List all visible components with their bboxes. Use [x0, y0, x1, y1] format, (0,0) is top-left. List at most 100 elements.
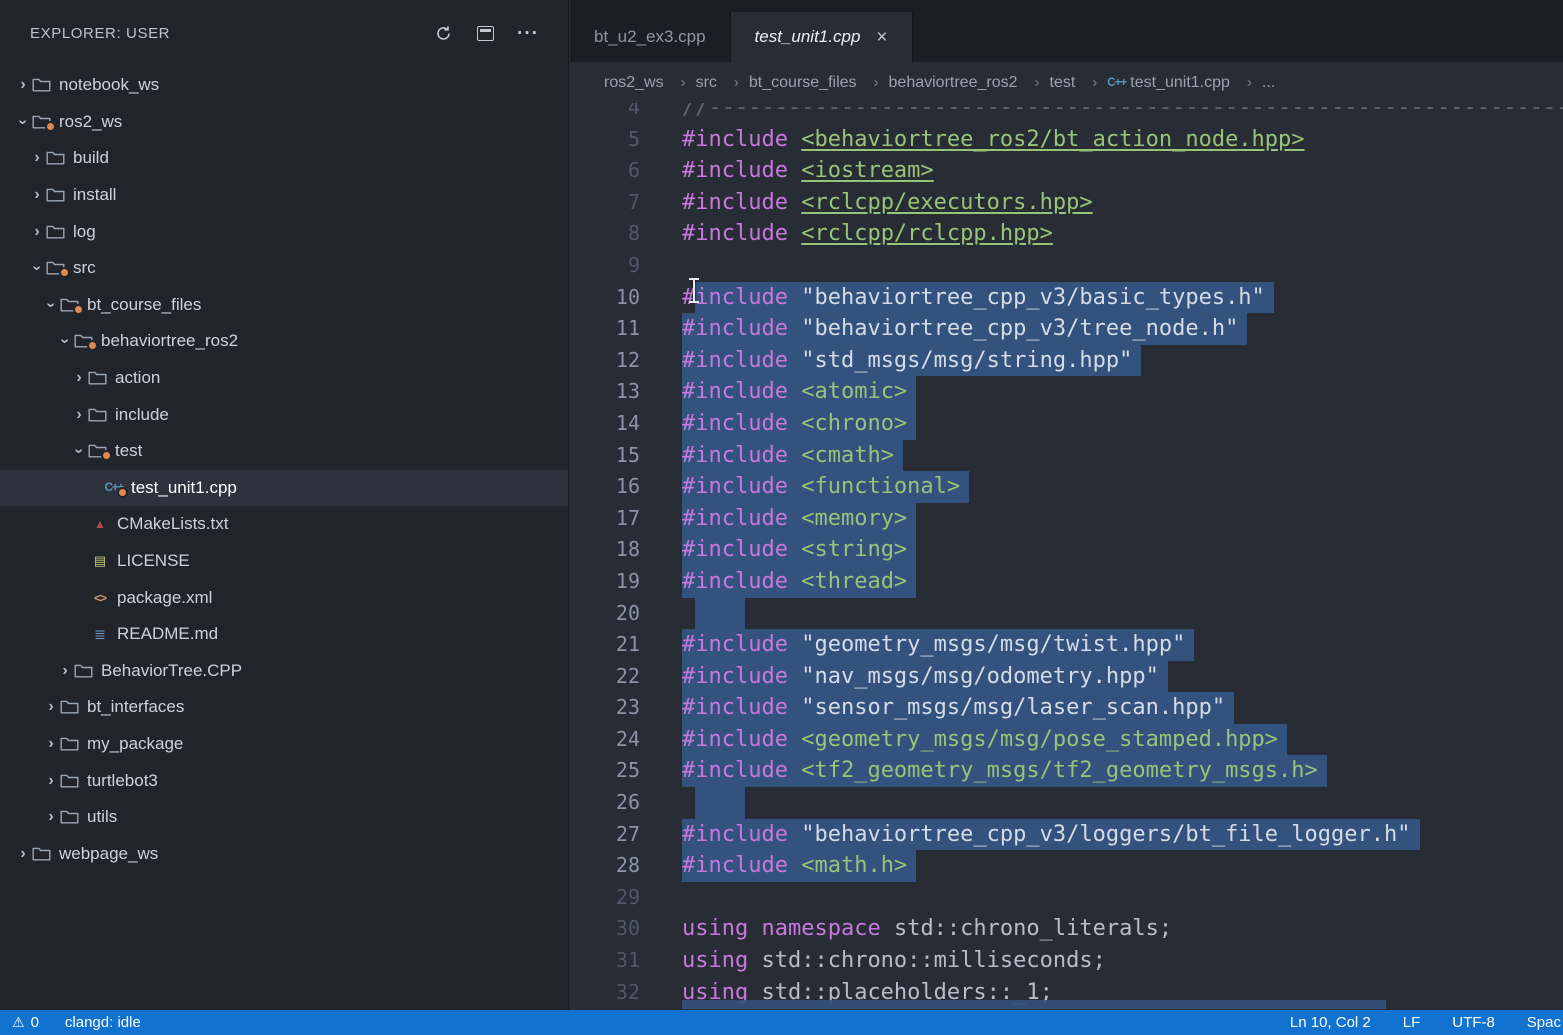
- code-line-25[interactable]: 25#include <tf2_geometry_msgs/tf2_geomet…: [570, 755, 1563, 787]
- line-number[interactable]: 12: [570, 345, 640, 377]
- line-number[interactable]: 15: [570, 440, 640, 472]
- tree-item-ros2-ws[interactable]: ros2_ws: [0, 104, 568, 141]
- tree-item-src[interactable]: src: [0, 250, 568, 287]
- chevron-right-icon[interactable]: [14, 77, 32, 93]
- line-number[interactable]: 17: [570, 503, 640, 535]
- tree-item-build[interactable]: build: [0, 140, 568, 177]
- code-line-5[interactable]: 5#include <behaviortree_ros2/bt_action_n…: [570, 124, 1563, 156]
- code-line-19[interactable]: 19#include <thread>: [570, 566, 1563, 598]
- line-number[interactable]: 28: [570, 850, 640, 882]
- code-line-11[interactable]: 11#include "behaviortree_cpp_v3/tree_nod…: [570, 313, 1563, 345]
- tree-item-cmakelists-txt[interactable]: ▲CMakeLists.txt: [0, 506, 568, 543]
- breadcrumb-item-behaviortree-ros2[interactable]: behaviortree_ros2: [889, 74, 1050, 92]
- chevron-right-icon[interactable]: [28, 150, 46, 166]
- line-number[interactable]: 31: [570, 945, 640, 977]
- line-number[interactable]: 13: [570, 376, 640, 408]
- code-line-4[interactable]: 4//-------------------------------------…: [570, 103, 1563, 124]
- breadcrumb-item-test[interactable]: test: [1050, 74, 1108, 92]
- cursor-position[interactable]: Ln 10, Col 2: [1290, 1014, 1371, 1031]
- line-number[interactable]: 11: [570, 313, 640, 345]
- tree-item-include[interactable]: include: [0, 396, 568, 433]
- chevron-right-icon[interactable]: [28, 187, 46, 203]
- tab-bt-u2-ex3-cpp[interactable]: bt_u2_ex3.cpp: [570, 12, 731, 62]
- code-line-14[interactable]: 14#include <chrono>: [570, 408, 1563, 440]
- chevron-right-icon[interactable]: [42, 809, 60, 825]
- line-number[interactable]: 32: [570, 977, 640, 1009]
- line-number[interactable]: 22: [570, 661, 640, 693]
- line-number[interactable]: 25: [570, 755, 640, 787]
- breadcrumb-item--[interactable]: ...: [1262, 74, 1275, 92]
- more-actions-icon[interactable]: [518, 24, 538, 44]
- tree-item-webpage-ws[interactable]: webpage_ws: [0, 835, 568, 872]
- code-line-27[interactable]: 27#include "behaviortree_cpp_v3/loggers/…: [570, 819, 1563, 851]
- code-line-15[interactable]: 15#include <cmath>: [570, 440, 1563, 472]
- chevron-down-icon[interactable]: [56, 333, 74, 349]
- breadcrumb-item-test-unit1-cpp[interactable]: C++test_unit1.cpp: [1107, 74, 1262, 92]
- code-line-20[interactable]: 20: [570, 598, 1563, 630]
- line-number[interactable]: 7: [570, 187, 640, 219]
- chevron-down-icon[interactable]: [70, 443, 88, 459]
- chevron-right-icon[interactable]: [42, 736, 60, 752]
- line-number[interactable]: 10: [570, 282, 640, 314]
- tree-item-test[interactable]: test: [0, 433, 568, 470]
- line-number[interactable]: 5: [570, 124, 640, 156]
- breadcrumb-item-bt-course-files[interactable]: bt_course_files: [749, 74, 889, 92]
- breadcrumb-item-src[interactable]: src: [696, 74, 749, 92]
- tree-item-behaviortree-ros2[interactable]: behaviortree_ros2: [0, 323, 568, 360]
- code-line-6[interactable]: 6#include <iostream>: [570, 155, 1563, 187]
- chevron-right-icon[interactable]: [42, 773, 60, 789]
- tab-test-unit1-cpp[interactable]: test_unit1.cpp ×: [731, 12, 913, 62]
- chevron-right-icon[interactable]: [70, 370, 88, 386]
- code-line-24[interactable]: 24#include <geometry_msgs/msg/pose_stamp…: [570, 724, 1563, 756]
- line-number[interactable]: 9: [570, 250, 640, 282]
- chevron-right-icon[interactable]: [28, 224, 46, 240]
- code-line-23[interactable]: 23#include "sensor_msgs/msg/laser_scan.h…: [570, 692, 1563, 724]
- code-line-13[interactable]: 13#include <atomic>: [570, 376, 1563, 408]
- line-number[interactable]: 21: [570, 629, 640, 661]
- tree-item-behaviortree-cpp[interactable]: BehaviorTree.CPP: [0, 653, 568, 690]
- chevron-right-icon[interactable]: [14, 846, 32, 862]
- line-number[interactable]: 23: [570, 692, 640, 724]
- line-number[interactable]: 19: [570, 566, 640, 598]
- code-line-26[interactable]: 26: [570, 787, 1563, 819]
- code-line-21[interactable]: 21#include "geometry_msgs/msg/twist.hpp": [570, 629, 1563, 661]
- line-number[interactable]: 29: [570, 882, 640, 914]
- close-icon[interactable]: ×: [876, 28, 887, 47]
- chevron-down-icon[interactable]: [28, 260, 46, 276]
- tree-item-install[interactable]: install: [0, 177, 568, 214]
- chevron-right-icon[interactable]: [56, 663, 74, 679]
- line-number[interactable]: 16: [570, 471, 640, 503]
- collapse-folders-icon[interactable]: [477, 26, 494, 41]
- line-number[interactable]: 14: [570, 408, 640, 440]
- code-line-7[interactable]: 7#include <rclcpp/executors.hpp>: [570, 187, 1563, 219]
- code-line-18[interactable]: 18#include <string>: [570, 534, 1563, 566]
- refresh-icon[interactable]: [433, 24, 453, 44]
- clangd-status[interactable]: clangd: idle: [65, 1014, 141, 1031]
- code-line-29[interactable]: 29: [570, 882, 1563, 914]
- eol-indicator[interactable]: LF: [1403, 1014, 1421, 1031]
- chevron-down-icon[interactable]: [14, 114, 32, 130]
- horizontal-scrollbar[interactable]: [682, 1000, 1386, 1009]
- line-number[interactable]: 26: [570, 787, 640, 819]
- tree-item-notebook-ws[interactable]: notebook_ws: [0, 67, 568, 104]
- problems-indicator[interactable]: 0: [12, 1014, 39, 1031]
- code-editor[interactable]: 4//-------------------------------------…: [570, 103, 1563, 1010]
- indent-indicator[interactable]: Spac: [1527, 1014, 1561, 1031]
- tree-item-bt-course-files[interactable]: bt_course_files: [0, 287, 568, 324]
- line-number[interactable]: 30: [570, 913, 640, 945]
- tree-item-action[interactable]: action: [0, 360, 568, 397]
- line-number[interactable]: 6: [570, 155, 640, 187]
- tree-item-log[interactable]: log: [0, 213, 568, 250]
- code-line-31[interactable]: 31using std::chrono::milliseconds;: [570, 945, 1563, 977]
- line-number[interactable]: 20: [570, 598, 640, 630]
- line-number[interactable]: 27: [570, 819, 640, 851]
- code-line-28[interactable]: 28#include <math.h>: [570, 850, 1563, 882]
- code-line-12[interactable]: 12#include "std_msgs/msg/string.hpp": [570, 345, 1563, 377]
- tree-item-my-package[interactable]: my_package: [0, 726, 568, 763]
- encoding-indicator[interactable]: UTF-8: [1452, 1014, 1495, 1031]
- code-line-17[interactable]: 17#include <memory>: [570, 503, 1563, 535]
- tree-item-test-unit1-cpp[interactable]: C++test_unit1.cpp: [0, 470, 568, 507]
- line-number[interactable]: 18: [570, 534, 640, 566]
- line-number[interactable]: 24: [570, 724, 640, 756]
- breadcrumb-item-ros2-ws[interactable]: ros2_ws: [604, 74, 696, 92]
